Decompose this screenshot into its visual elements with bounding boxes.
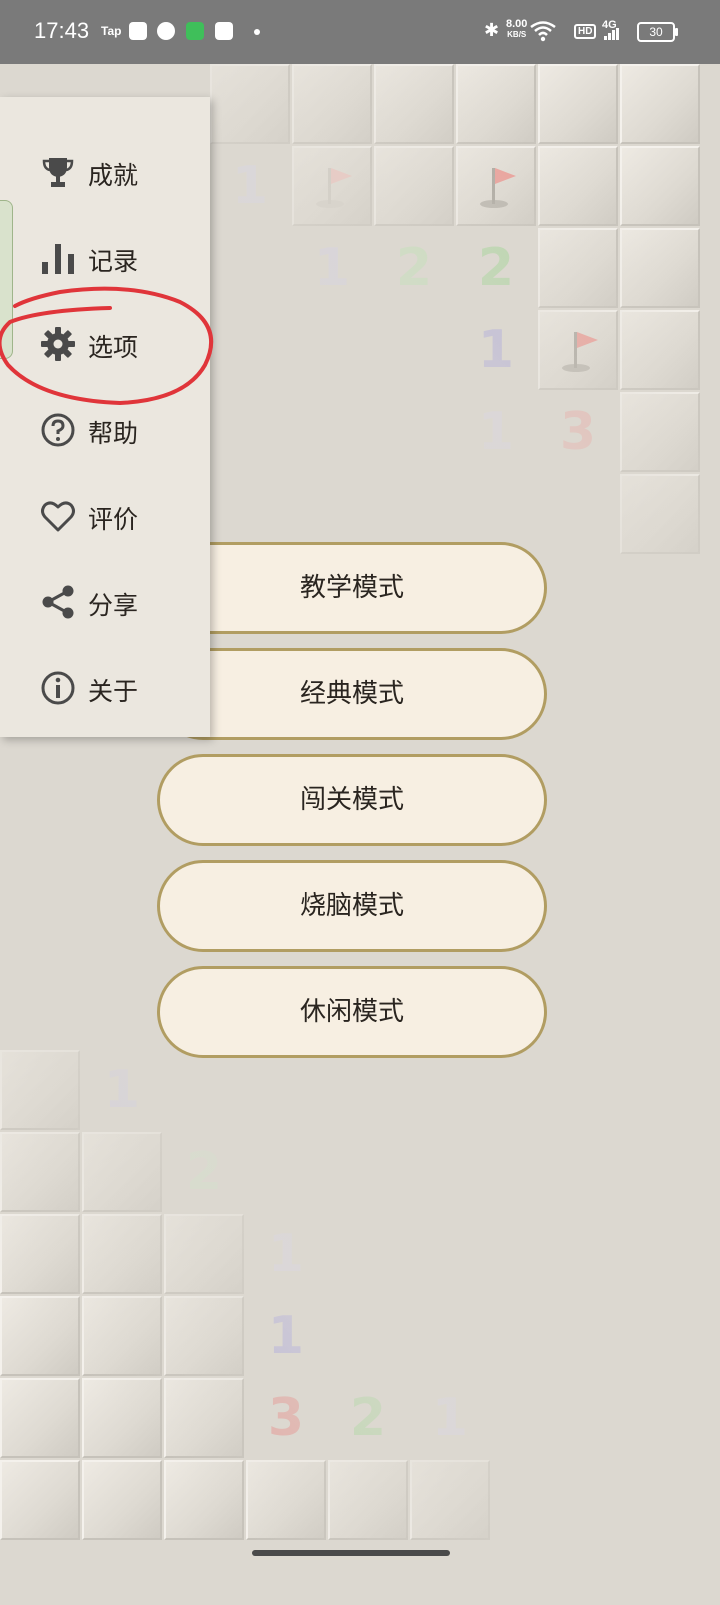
drawer-item-records[interactable]: 记录: [0, 215, 210, 301]
tap-app-icon: Tap: [101, 24, 122, 38]
board-number: 2: [477, 238, 515, 298]
drawer-item-label: 帮助: [88, 419, 139, 448]
board-tile: [0, 1378, 80, 1458]
board-tile: [82, 1460, 162, 1540]
puzzle-mode-button[interactable]: 烧脑模式: [157, 860, 547, 952]
drawer-item-share[interactable]: 分享: [0, 559, 210, 645]
drawer-item-label: 选项: [88, 333, 139, 362]
drawer-item-achievements[interactable]: 成就: [0, 129, 210, 215]
board-tile: [620, 474, 700, 554]
drawer-item-help[interactable]: 帮助: [0, 387, 210, 473]
gear-icon: [41, 327, 75, 361]
board-tile: [538, 64, 618, 144]
wifi-icon: [530, 21, 556, 42]
board-tile: [164, 1296, 244, 1376]
levels-mode-button[interactable]: 闯关模式: [157, 754, 547, 846]
board-tile: [0, 1132, 80, 1212]
flag-icon: [480, 168, 516, 208]
drawer-item-label: 关于: [88, 677, 139, 706]
board-tile: [0, 1460, 80, 1540]
status-time: 17:43: [34, 18, 90, 43]
board-tile: [82, 1214, 162, 1294]
board-tile: [0, 1214, 80, 1294]
board-tile: [246, 1460, 326, 1540]
baidu-app-icon: [129, 22, 147, 40]
drawer-edge-handle[interactable]: [0, 200, 13, 359]
board-tile: [164, 1460, 244, 1540]
signal-icon: [604, 28, 619, 40]
drawer-item-label: 成就: [88, 161, 139, 190]
help-circle-icon: [41, 413, 75, 447]
net-speed-unit: KB/S: [507, 30, 527, 39]
net-speed-value: 8.00: [506, 18, 528, 30]
board-tile: [164, 1378, 244, 1458]
info-icon: [41, 671, 75, 705]
board-tile: [538, 228, 618, 308]
board-tile: [620, 310, 700, 390]
status-bar: 17:43 Tap ✱ 8.00 KB/S HD 4G 30: [0, 0, 720, 64]
flag-icon: [562, 332, 598, 372]
board-number: 2: [349, 1388, 387, 1448]
board-number: 2: [185, 1142, 223, 1202]
drawer-item-rate[interactable]: 评价: [0, 473, 210, 559]
board-tile: [410, 1460, 490, 1540]
board-number: 1: [103, 1060, 141, 1120]
board-tile: [374, 146, 454, 226]
board-number: 1: [267, 1306, 305, 1366]
bar-chart-icon: [42, 244, 74, 274]
board-tile: [292, 64, 372, 144]
browser-app-icon: [157, 22, 175, 40]
board-number: 3: [559, 402, 597, 462]
messages-app-icon: [186, 22, 204, 40]
flag-icon: [316, 168, 352, 208]
heart-icon: [41, 501, 75, 532]
board-number: 2: [395, 238, 433, 298]
bluetooth-icon: ✱: [484, 20, 500, 41]
board-number: 1: [477, 402, 515, 462]
board-tile: [538, 146, 618, 226]
board-tile: [328, 1460, 408, 1540]
board-tile: [210, 64, 290, 144]
network-speed: 8.00 KB/S: [506, 19, 527, 40]
board-number: 1: [431, 1388, 469, 1448]
board-tile: [374, 64, 454, 144]
hd-icon: HD: [574, 24, 597, 39]
casual-mode-button[interactable]: 休闲模式: [157, 966, 547, 1058]
board-number: 1: [267, 1224, 305, 1284]
board-tile: [620, 392, 700, 472]
board-tile: [620, 228, 700, 308]
board-tile: [82, 1378, 162, 1458]
classic-mode-button[interactable]: 经典模式: [157, 648, 547, 740]
board-tile: [0, 1050, 80, 1130]
board-number: 3: [267, 1388, 305, 1448]
share-icon: [42, 585, 74, 619]
board-number: 1: [477, 320, 515, 380]
board-tile: [456, 64, 536, 144]
home-indicator[interactable]: [252, 1550, 450, 1556]
board-tile: [620, 64, 700, 144]
drawer-item-label: 分享: [88, 591, 139, 620]
video-app-icon: [215, 22, 233, 40]
board-tile: [0, 1296, 80, 1376]
drawer-item-label: 评价: [88, 505, 139, 534]
drawer-item-options[interactable]: 选项: [0, 301, 210, 387]
more-notifications-icon: [254, 29, 260, 35]
board-tile: [620, 146, 700, 226]
tutorial-mode-button[interactable]: 教学模式: [157, 542, 547, 634]
board-tile: [164, 1214, 244, 1294]
navigation-drawer: 成就 记录 选项 帮助 评价 分享 关于: [0, 97, 210, 737]
board-number: 1: [313, 238, 351, 298]
drawer-item-label: 记录: [88, 247, 139, 276]
battery-indicator: 30: [637, 22, 678, 42]
drawer-item-about[interactable]: 关于: [0, 645, 210, 731]
board-tile: [82, 1132, 162, 1212]
board-tile: [82, 1296, 162, 1376]
board-number: 1: [231, 156, 269, 216]
trophy-icon: [42, 158, 74, 187]
